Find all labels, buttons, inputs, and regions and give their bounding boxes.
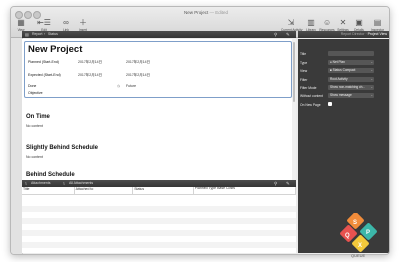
pin-icon[interactable]: ⚲ [274,31,277,38]
inspector-label-filter: Filter [300,78,308,82]
inspector-title-field[interactable] [328,51,374,56]
done-value: Future [126,84,137,88]
inspector-label-title: Title [300,52,307,56]
filter-icon[interactable]: ⚲ [274,180,277,187]
library-icon: ▥ [307,18,315,27]
chevron-down-icon: ⌄ [370,93,373,97]
inspector-title: Project View [367,32,387,36]
clock-icon: ◷ [117,84,121,88]
inspector-label-without-content: Without content [300,94,323,98]
on-new-page-checkbox[interactable] [328,102,332,106]
project-title: New Project [28,44,83,55]
column-title[interactable]: Title [22,187,75,195]
tab-attachments[interactable]: Attachments [31,180,50,187]
window-title: New Project — Edited [183,10,229,15]
field-label-done: Done [28,84,37,88]
report-scrollbar[interactable] [292,39,296,180]
app-logo-icon: S P Q X QUEUE [340,213,377,258]
inspector-breadcrumb[interactable]: Report Director [341,32,365,36]
inspector-view-select[interactable]: ■ Status Compact ⌄ [328,68,374,73]
gear-icon: ✕ [339,18,347,27]
breadcrumb-status[interactable]: Status [48,31,58,38]
logo-letter-x: X [358,243,362,249]
inspector-label-view: View [300,69,308,73]
logo-letter-p: P [366,230,370,236]
wrench-icon[interactable]: ✎ [286,180,290,187]
wrench-icon[interactable]: ✎ [286,31,290,38]
inspector-filter-select[interactable]: Root Activity ⌄ [328,77,374,82]
section-on-time: On Time [26,114,50,120]
report-view: New Project Planned (Start-End) 2017年2月1… [22,39,296,180]
section-behind: Behind Schedule [26,172,75,178]
planned-end: 2017年2月14日 [126,60,151,64]
activity-icon: ⇲ [287,18,295,27]
inspector-type-select[interactable]: ● Net Plan ⌄ [328,60,374,65]
field-label-planned: Planned (Start-End) [28,60,59,64]
expected-start: 2017年2月14日 [78,73,103,77]
report-icon: ▤ [25,32,29,37]
breadcrumb-report[interactable]: Report [32,31,43,38]
section-slightly-behind: Slightly Behind Schedule [26,145,99,151]
inspector-filter-mode-select[interactable]: Show non-matching ch... ⌄ [328,85,374,90]
chevron-down-icon: ⌄ [370,68,373,72]
plus-icon: ＋ [79,18,87,27]
inspector-without-content-select[interactable]: Show message ⌄ [328,93,374,98]
paperclip-all-icon: ⌇ [63,181,65,186]
report-pane-header: ▤ Report › Status ⚲ ✎ [22,31,296,38]
inspector-label-filter-mode: Filter Mode [300,86,317,90]
tab-all-attachments[interactable]: All Attachments [69,180,93,187]
inspector-icon: ▤ [373,18,382,27]
minimize-window-icon[interactable] [24,11,32,19]
attachments-pane-header: ⌇ Attachments ⌇ All Attachments ⚲ ✎ [22,180,296,187]
slightly-behind-content: No content [26,155,43,159]
people-icon: ☺ [323,18,332,27]
inspector-label-on-new-page: On New Page [300,103,321,107]
column-planned-type[interactable]: Planned Type Base Costs [193,186,297,195]
inspector-label-type: Type [300,61,308,65]
planned-start: 2017年2月14日 [78,60,103,64]
app-window: New Project — Edited ▦ View ⇤☰ Edit ∞ Li… [10,6,390,255]
paperclip-icon: ⌇ [25,181,27,186]
inspector-header: Report Director · Project View [298,31,389,38]
on-time-content: No content [26,124,43,128]
field-label-expected: Expected (Start-End) [28,73,61,77]
outline-edit-icon: ⇤☰ [37,18,51,27]
chevron-down-icon: ⌄ [370,85,373,89]
link-icon: ∞ [63,18,69,27]
grid-view-icon: ▦ [17,18,25,27]
chevron-down-icon: ⌄ [370,60,373,64]
logo-letter-q: Q [345,233,350,239]
scrollbar-thumb[interactable] [293,42,295,102]
document-title: New Project [183,10,209,15]
field-label-objective: Objective [28,91,43,95]
expected-end: 2017年2月14日 [126,73,151,77]
column-status[interactable]: Status [132,187,194,195]
details-icon: ▣ [355,18,363,27]
chevron-down-icon: ⌄ [370,77,373,81]
edited-status: Edited [215,10,229,15]
attachments-table: Title Attached to Status Planned Type Ba… [22,186,297,253]
logo-wordmark: QUEUE [351,253,366,258]
logo-letter-s: S [353,220,357,226]
project-summary-card[interactable]: New Project Planned (Start-End) 2017年2月1… [24,41,292,98]
table-row[interactable] [22,242,296,248]
column-attached-to[interactable]: Attached to [74,187,134,195]
